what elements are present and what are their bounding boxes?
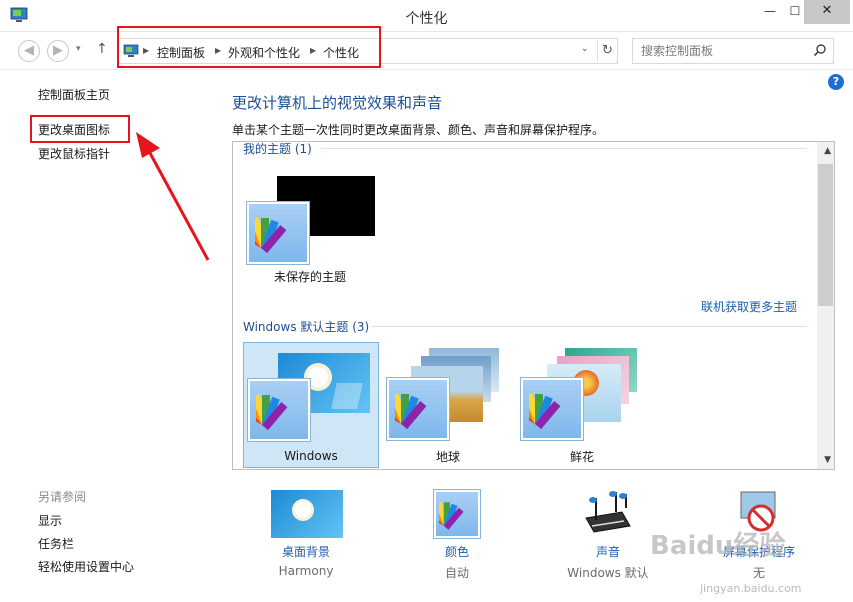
- scroll-up-arrow-icon[interactable]: ▲: [824, 146, 831, 156]
- default-themes-group-heading: Windows 默认主题 (3): [243, 320, 370, 334]
- desktop-background-icon: [271, 490, 343, 538]
- address-dropdown-icon[interactable]: ⌄: [581, 44, 589, 54]
- color-button[interactable]: 颜色 自动: [397, 488, 517, 588]
- scrollbar-thumb[interactable]: [818, 164, 833, 306]
- theme-tile-earth[interactable]: 地球: [383, 342, 513, 468]
- color-label: 颜色: [444, 545, 469, 559]
- get-more-themes-online-link[interactable]: 联机获取更多主题: [701, 298, 797, 315]
- up-arrow-icon[interactable]: ↑: [96, 41, 108, 57]
- red-annotation-arrow: [136, 132, 210, 261]
- see-also-link-ease-of-access[interactable]: 轻松使用设置中心: [38, 558, 134, 575]
- group-divider: [321, 148, 807, 149]
- recent-locations-chevron-icon[interactable]: ▾: [76, 44, 81, 54]
- theme-list-panel[interactable]: 我的主题 (1) 未保存的主题 联机获取更多主题 Windows 默认主题 (3…: [232, 141, 835, 470]
- forward-arrow-icon[interactable]: ▶: [47, 40, 69, 62]
- help-icon[interactable]: ?: [828, 74, 844, 90]
- screen-saver-value: 无: [752, 566, 765, 580]
- desktop-icons-highlight-box: [30, 115, 130, 143]
- theme-tile-label: 地球: [435, 450, 460, 464]
- theme-tile-windows[interactable]: Windows: [243, 342, 379, 468]
- theme-tile-label: Windows: [284, 449, 338, 463]
- color-palette-icon: [247, 202, 309, 264]
- theme-tile-label: 鲜花: [569, 450, 594, 464]
- breadcrumb-highlight-box: [117, 26, 381, 68]
- baidu-watermark: Baidu经验: [650, 531, 786, 561]
- search-input[interactable]: [641, 43, 801, 59]
- color-palette-icon: [248, 379, 310, 441]
- desktop-background-label: 桌面背景: [281, 545, 330, 559]
- desktop-background-value: Harmony: [278, 564, 334, 578]
- color-palette-icon: [387, 378, 449, 440]
- theme-tile-label: 未保存的主题: [273, 270, 346, 284]
- sound-music-icon: [585, 491, 631, 533]
- page-title: 更改计算机上的视觉效果和声音: [232, 94, 443, 112]
- back-arrow-icon[interactable]: ◀: [18, 40, 40, 62]
- desktop-background-button[interactable]: 桌面背景 Harmony: [246, 488, 366, 588]
- theme-tile-unsaved[interactable]: 未保存的主题: [243, 172, 377, 288]
- my-themes-group-heading: 我的主题 (1): [243, 142, 312, 156]
- sidebar-link-change-mouse-pointers[interactable]: 更改鼠标指针: [38, 145, 110, 162]
- window-title: 个性化: [405, 11, 448, 27]
- color-palette-icon: [521, 378, 583, 440]
- see-also-heading: 另请参阅: [38, 490, 87, 504]
- color-value: 自动: [444, 566, 469, 580]
- search-box[interactable]: [632, 38, 834, 64]
- search-icon[interactable]: [813, 43, 827, 57]
- sounds-value: Windows 默认: [567, 566, 649, 580]
- baidu-watermark-url: jingyan.baidu.com: [700, 582, 802, 595]
- color-palette-icon: [434, 490, 480, 538]
- theme-tile-flowers[interactable]: 鲜花: [517, 342, 647, 468]
- see-also-link-taskbar[interactable]: 任务栏: [38, 535, 74, 552]
- group-divider: [371, 326, 807, 327]
- sidebar-link-control-panel-home[interactable]: 控制面板主页: [38, 86, 110, 103]
- refresh-icon[interactable]: ↻: [597, 40, 617, 62]
- scroll-down-arrow-icon[interactable]: ▼: [824, 455, 831, 465]
- vertical-scrollbar[interactable]: ▲ ▼: [817, 142, 834, 469]
- see-also-link-display[interactable]: 显示: [38, 512, 62, 529]
- page-description: 单击某个主题一次性同时更改桌面背景、颜色、声音和屏幕保护程序。: [232, 123, 605, 137]
- close-button[interactable]: ✕: [804, 0, 850, 24]
